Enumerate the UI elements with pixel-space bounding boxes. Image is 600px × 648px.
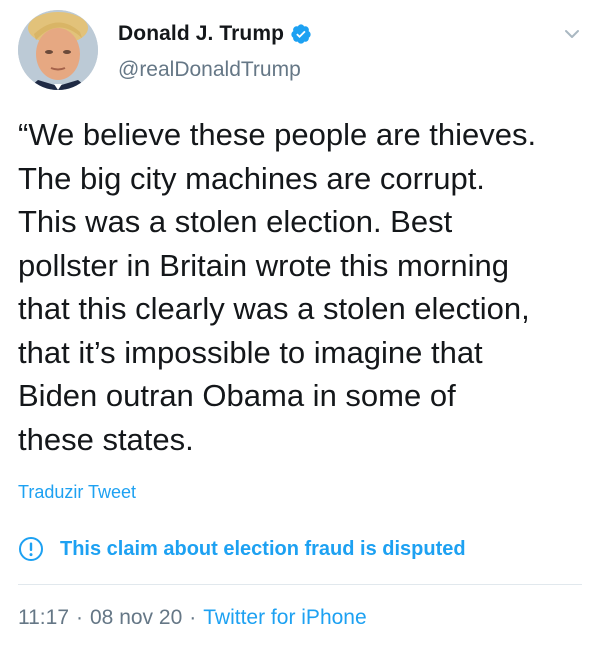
author-handle[interactable]: @realDonaldTrump bbox=[118, 58, 301, 82]
profile-avatar bbox=[18, 10, 98, 90]
tweet-date[interactable]: 08 nov 20 bbox=[90, 606, 182, 630]
avatar[interactable] bbox=[18, 10, 98, 90]
tweet-metadata: 11:17 · 08 nov 20 · Twitter for iPhone bbox=[18, 606, 367, 630]
tweet-source-link[interactable]: Twitter for iPhone bbox=[203, 606, 366, 630]
tweet-time[interactable]: 11:17 bbox=[18, 606, 69, 630]
divider bbox=[18, 584, 582, 585]
translate-tweet-link[interactable]: Traduzir Tweet bbox=[18, 482, 136, 503]
author-name-row: Donald J. Trump bbox=[118, 20, 312, 48]
tweet-text: “We believe these people are thieves. Th… bbox=[18, 117, 537, 457]
disputed-claim-text[interactable]: This claim about election fraud is dispu… bbox=[60, 538, 466, 561]
author-display-name[interactable]: Donald J. Trump bbox=[118, 22, 284, 46]
disputed-claim-notice[interactable]: This claim about election fraud is dispu… bbox=[18, 536, 466, 562]
exclamation-circle-icon bbox=[18, 536, 44, 562]
verified-badge-icon bbox=[290, 23, 312, 45]
meta-separator: · bbox=[189, 606, 197, 629]
chevron-down-icon[interactable] bbox=[562, 24, 582, 44]
meta-separator: · bbox=[76, 606, 83, 629]
